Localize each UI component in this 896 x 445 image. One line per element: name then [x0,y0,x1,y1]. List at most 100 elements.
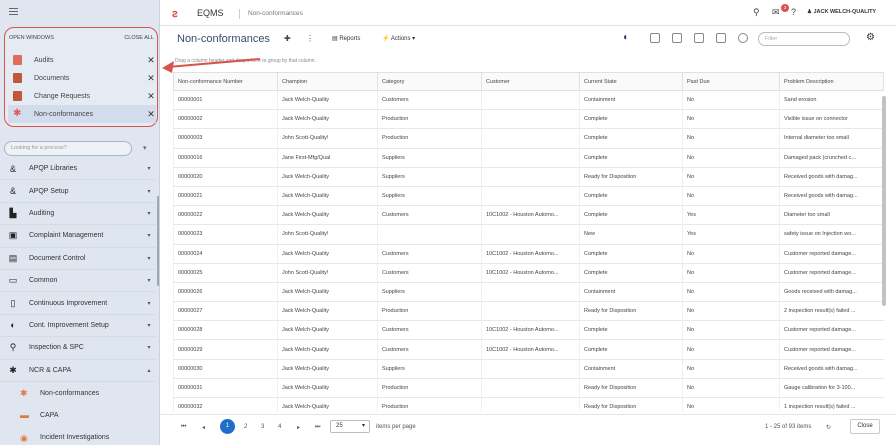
sub-item-incident-investigations[interactable]: ◉ Incident Investigations [0,427,156,445]
table-cell: No [682,397,780,412]
reports-button[interactable]: ▤ Reports [332,35,360,42]
first-page-button[interactable]: ⏮ [181,424,186,431]
sub-item-non-conformances[interactable]: ✱ Non-conformances [0,382,156,404]
nav-item-apqp-setup[interactable]: & APQP Setup ▾ [0,180,156,203]
table-row[interactable]: 00000031 Jack Welch-Quality Production Read… [173,378,884,399]
table-cell: Customers [377,339,482,360]
column-header[interactable]: Problem Description [779,72,884,91]
table-row[interactable]: 00000029 Jack Welch-Quality Customers 10C10… [173,339,884,360]
columns-icon[interactable] [672,33,682,43]
open-window-audits[interactable]: Audits ✕ [8,51,156,69]
sidebar-scrollbar[interactable] [157,196,159,286]
column-header[interactable]: Category [377,72,482,91]
column-header[interactable]: Customer [481,72,580,91]
prev-page-button[interactable]: ◂ [202,424,205,431]
table-row[interactable]: 00000016 Jane First-Mfg/Qual Suppliers Comp… [173,148,884,168]
table-cell: Ready for Disposition [579,167,683,187]
notifications-icon[interactable]: ✉ [772,7,780,18]
table-row[interactable]: 00000024 Jack Welch-Quality Customers 10C10… [173,244,884,264]
nav-item-ncr-capa[interactable]: ✱ NCR & CAPA ▴ [0,360,156,382]
open-windows-title: OPEN WINDOWS [9,35,54,41]
help-icon[interactable]: ? [791,7,796,17]
search-icon[interactable]: ⚲ [753,7,760,18]
table-cell: John Scott-Quality! [277,224,378,245]
table-row[interactable]: 00000001 Jack Welch-Quality Customers Conta… [173,90,884,111]
page-button[interactable]: 4 [278,424,281,430]
column-header[interactable]: Champion [277,72,378,91]
nav-item-auditing[interactable]: ▙ Auditing ▾ [0,203,156,226]
refresh-icon[interactable]: ↻ [826,424,831,431]
table-cell: 00000022 [173,205,278,226]
table-cell: Complete [579,148,683,168]
table-row[interactable]: 00000022 Jack Welch-Quality Customers 10C10… [173,205,884,226]
table-cell: Customers [377,263,482,283]
complaint-icon: ▣ [8,230,18,241]
table-row[interactable]: 00000025 John Scott-Quality! Customers 10C1… [173,263,884,283]
table-row[interactable]: 00000003 John Scott-Quality! Production Com… [173,128,884,149]
refresh-icon[interactable]: ◖ [622,32,628,43]
actions-button[interactable]: ⚡ Actions ▾ [382,35,415,42]
nav-item-document-control[interactable]: ▤ Document Control ▾ [0,248,156,270]
table-cell: 00000020 [173,167,278,187]
filter-input[interactable]: Filter [758,32,850,46]
nav-item-continuous-improvement[interactable]: ▯ Continuous Improvement ▾ [0,292,156,315]
page-size-select[interactable]: 25 ▾ [330,420,370,433]
common-icon: ▭ [8,275,18,286]
close-icon[interactable]: ✕ [146,109,156,120]
breadcrumb[interactable]: Non-conformances [239,9,303,19]
table-cell: Complete [579,186,683,207]
table-cell: Containment [579,90,683,111]
table-row[interactable]: 00000026 Jack Welch-Quality Suppliers Conta… [173,282,884,303]
close-button[interactable]: Close [850,419,880,434]
table-cell: Jack Welch-Quality [277,359,378,379]
table-cell: Jack Welch-Quality [277,301,378,322]
table-row[interactable]: 00000023 John Scott-Quality! New Yes safety … [173,224,884,245]
export-icon[interactable] [650,33,660,43]
nav-item-inspection-spc[interactable]: ⚲ Inspection & SPC ▾ [0,337,156,360]
page-button[interactable]: 3 [261,424,264,430]
open-window-documents[interactable]: Documents ✕ [8,69,156,87]
print-icon[interactable] [716,33,726,43]
table-cell: No [682,263,780,283]
copy-icon[interactable] [694,33,704,43]
search-icon: ⚲ [9,342,17,353]
document-icon [13,73,22,83]
table-row[interactable]: 00000032 Jack Welch-Quality Production Read… [173,397,884,412]
gear-icon[interactable]: ⚙ [866,32,875,43]
table-row[interactable]: 00000020 Jack Welch-Quality Suppliers Ready… [173,167,884,187]
table-row[interactable]: 00000028 Jack Welch-Quality Customers 10C10… [173,320,884,341]
nav-item-complaint-management[interactable]: ▣ Complaint Management ▾ [0,225,156,248]
nav-item-common[interactable]: ▭ Common ▾ [0,270,156,293]
chevron-down-icon[interactable]: ▾ [143,144,147,152]
column-header[interactable]: Current State [579,72,683,91]
hamburger-menu-icon[interactable] [9,8,18,15]
next-page-button[interactable]: ▸ [297,424,300,431]
grid-scrollbar[interactable] [882,96,886,306]
sub-item-capa[interactable]: ▬ CAPA [0,404,156,426]
user-menu[interactable]: ♟ JACK WELCH-QUALITY [807,9,876,15]
table-cell: No [682,378,780,399]
column-header[interactable]: Past Due [682,72,780,91]
table-cell: Containment [579,282,683,303]
table-row[interactable]: 00000027 Jack Welch-Quality Production Read… [173,301,884,322]
table-cell: 00000021 [173,186,278,207]
table-row[interactable]: 00000021 Jack Welch-Quality Suppliers Compl… [173,186,884,207]
nav-item-cont-improvement-setup[interactable]: ◐ Cont. Improvement Setup ▾ [0,315,156,338]
more-options-icon[interactable]: ⋮ [306,34,314,43]
process-lookup-input[interactable]: Looking for a process? [4,141,132,156]
nav-item-apqp-libraries[interactable]: & APQP Libraries ▾ [0,158,156,181]
page-button[interactable]: 2 [244,424,247,430]
close-icon[interactable]: ✕ [146,91,156,102]
last-page-button[interactable]: ⏭ [315,424,320,431]
change-request-icon [13,91,22,101]
table-cell: 00000023 [173,224,278,245]
page-button-current[interactable]: 1 [220,419,235,434]
table-cell [481,224,580,245]
history-icon[interactable] [738,33,748,43]
table-row[interactable]: 00000030 Jack Welch-Quality Suppliers Conta… [173,359,884,379]
audit-icon [13,55,22,65]
open-window-change-requests[interactable]: Change Requests ✕ [8,87,156,105]
open-window-non-conformances[interactable]: ✱ Non-conformances ✕ [8,105,156,123]
table-row[interactable]: 00000002 Jack Welch-Quality Production Comp… [173,109,884,130]
chevron-down-icon: ▾ [147,300,151,307]
